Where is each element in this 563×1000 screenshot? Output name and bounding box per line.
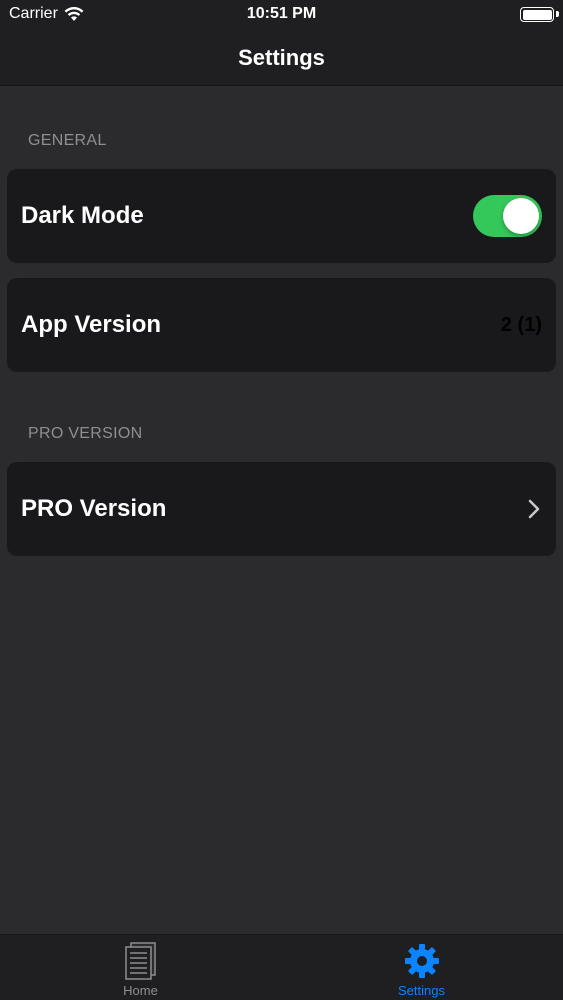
document-icon [124,942,156,980]
nav-bar: Settings [0,30,563,86]
app-version-label: App Version [21,311,162,338]
gear-icon [404,944,439,978]
status-bar: Carrier 10:51 PM [0,0,563,30]
tab-home-label: Home [123,983,158,998]
battery-tip [556,11,559,17]
cell-app-version: App Version 2 (1) [7,278,556,372]
dark-mode-toggle[interactable] [473,195,542,237]
section-header-pro: PRO VERSION [28,425,143,442]
status-time: 10:51 PM [246,5,317,22]
tab-settings[interactable]: Settings [281,935,562,1000]
dark-mode-label: Dark Mode [21,202,144,229]
chevron-right-icon [528,499,540,519]
page-title: Settings [238,44,325,70]
section-header-general: GENERAL [28,132,107,149]
tab-home[interactable]: Home [0,935,281,1000]
tab-bar: Home Settings [0,934,563,1000]
cell-pro-version[interactable]: PRO Version [7,462,556,556]
cell-dark-mode: Dark Mode [7,169,556,263]
tab-settings-label: Settings [398,983,445,998]
battery-icon [520,7,554,22]
app-version-value: 2 (1) [500,313,542,336]
toggle-knob [503,198,539,234]
pro-version-label: PRO Version [21,495,167,522]
